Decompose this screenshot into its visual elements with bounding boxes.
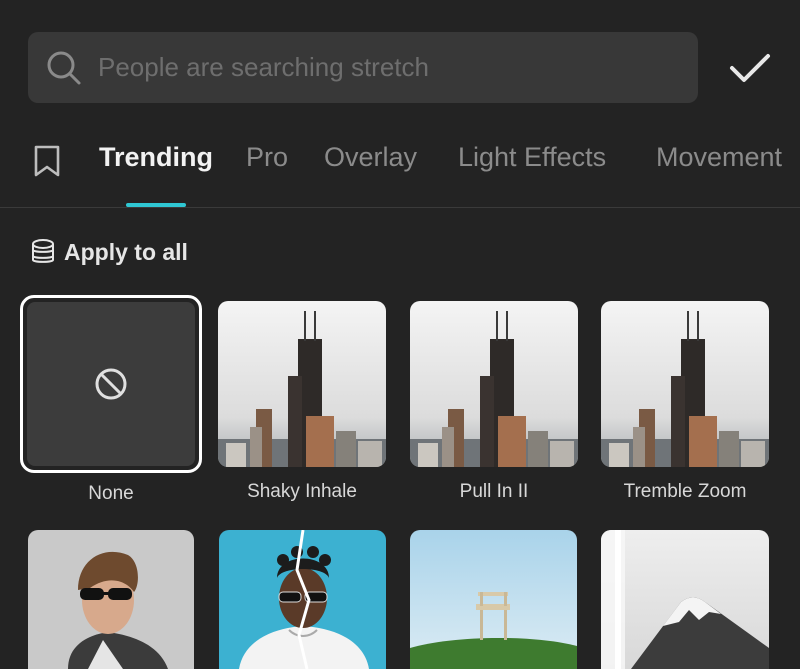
search-bar[interactable] <box>28 32 698 103</box>
effect-thumbnail <box>20 295 202 473</box>
layers-icon <box>32 239 54 263</box>
effect-shaky-inhale[interactable]: Shaky Inhale <box>218 301 386 503</box>
effect-thumbnail <box>601 530 769 669</box>
effect-label: Pull In II <box>459 481 529 502</box>
effect-thumbnail <box>218 301 386 467</box>
effect-none[interactable]: None <box>20 295 202 505</box>
effect-thumbnail-row2-4[interactable] <box>601 530 769 669</box>
bookmark-icon[interactable] <box>31 144 63 178</box>
tab-pro[interactable]: Pro <box>246 142 288 173</box>
apply-to-all-button[interactable]: Apply to all <box>30 238 188 266</box>
tab-overlay[interactable]: Overlay <box>324 142 417 173</box>
effect-pull-in-ii[interactable]: Pull In II <box>410 301 578 503</box>
effect-label: Tremble Zoom <box>623 481 747 502</box>
confirm-button[interactable] <box>726 46 774 90</box>
effect-thumbnail <box>28 530 194 669</box>
effect-thumbnail-row2-2[interactable] <box>219 530 386 669</box>
effect-thumbnail <box>410 301 578 467</box>
search-icon <box>47 51 81 84</box>
tab-light-effects[interactable]: Light Effects <box>458 142 606 173</box>
effect-thumbnail <box>219 530 386 669</box>
effect-tremble-zoom[interactable]: Tremble Zoom <box>601 301 769 503</box>
effect-thumbnail-row2-1[interactable] <box>28 530 194 669</box>
active-tab-indicator <box>126 203 186 207</box>
effect-thumbnail <box>601 301 769 467</box>
search-input[interactable] <box>98 52 658 83</box>
category-tabs: Trending Pro Overlay Light Effects Movem… <box>0 130 800 208</box>
prohibited-icon <box>95 368 127 400</box>
effect-label: None <box>88 483 134 504</box>
checkmark-icon <box>730 54 770 82</box>
apply-to-all-label: Apply to all <box>64 238 188 265</box>
tab-movement[interactable]: Movement <box>656 142 782 173</box>
effects-panel: Trending Pro Overlay Light Effects Movem… <box>0 0 800 669</box>
effect-thumbnail <box>410 530 577 669</box>
effect-thumbnail-row2-3[interactable] <box>410 530 577 669</box>
effect-label: Shaky Inhale <box>247 481 357 502</box>
tab-trending[interactable]: Trending <box>99 142 213 173</box>
